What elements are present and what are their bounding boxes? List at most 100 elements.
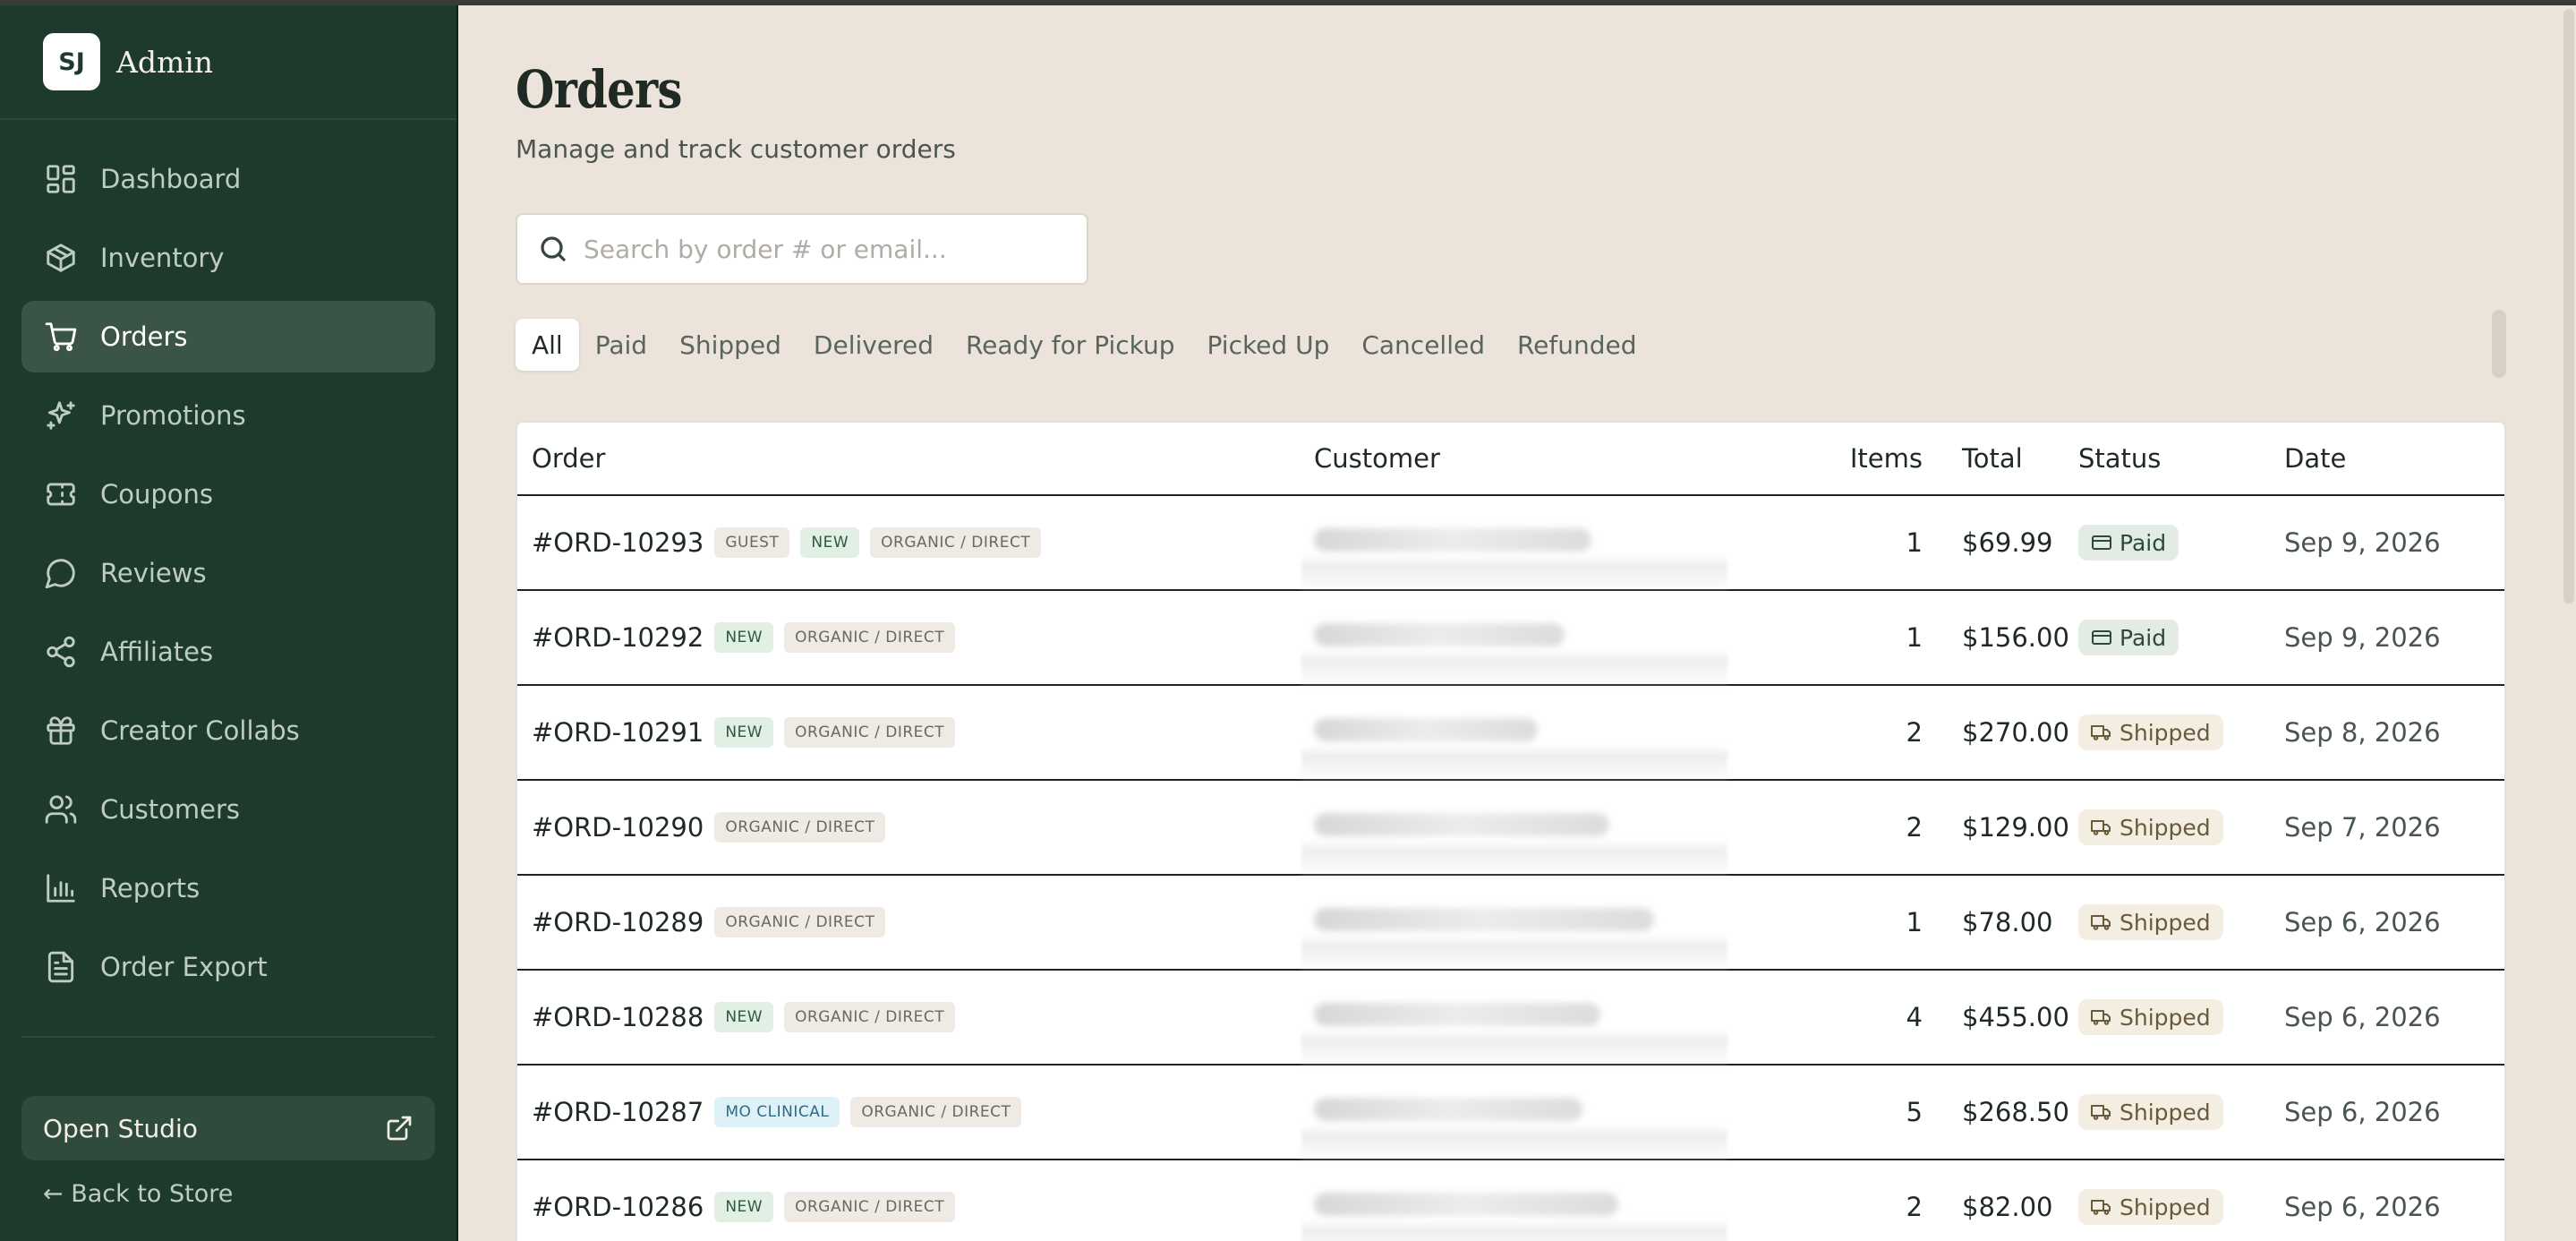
sidebar-item-inventory[interactable]: Inventory: [21, 222, 435, 294]
brand[interactable]: SJ Admin: [43, 32, 213, 91]
tab-cancelled[interactable]: Cancelled: [1345, 319, 1501, 371]
customer-cell: [1305, 622, 1815, 653]
column-header-items[interactable]: Items: [1815, 443, 1923, 474]
divider: [0, 118, 456, 120]
share-icon: [43, 634, 79, 670]
brand-name: Admin: [116, 44, 214, 80]
status-cell: Shipped: [2078, 999, 2284, 1035]
sidebar-item-creator-collabs[interactable]: Creator Collabs: [21, 695, 435, 766]
table-row[interactable]: #ORD-10287 MO CLINICAL ORGANIC / DIRECT 5 $2…: [517, 1066, 2504, 1160]
status-label: Shipped: [2120, 814, 2211, 841]
search-input[interactable]: [584, 234, 1085, 264]
redacted-email: [1314, 1003, 1600, 1026]
tab-picked-up[interactable]: Picked Up: [1191, 319, 1346, 371]
sidebar-item-label: Creator Collabs: [100, 715, 300, 746]
truck-icon: [2091, 1010, 2111, 1025]
tabs-scrollbar[interactable]: [2492, 310, 2506, 378]
truck-icon: [2091, 820, 2111, 835]
order-id[interactable]: #ORD-10291: [532, 717, 704, 748]
ticket-icon: [43, 476, 79, 512]
tab-refunded[interactable]: Refunded: [1501, 319, 1653, 371]
column-header-date[interactable]: Date: [2284, 443, 2504, 474]
order-cell: #ORD-10290 ORGANIC / DIRECT: [517, 812, 1305, 843]
sidebar-item-affiliates[interactable]: Affiliates: [21, 616, 435, 688]
table-body: #ORD-10293 GUEST NEW ORGANIC / DIRECT 1 $69.9…: [517, 496, 2504, 1241]
order-id[interactable]: #ORD-10287: [532, 1097, 704, 1127]
date-cell: Sep 6, 2026: [2284, 1192, 2441, 1222]
tab-paid[interactable]: Paid: [579, 319, 663, 371]
order-cell: #ORD-10286 NEW ORGANIC / DIRECT: [517, 1192, 1305, 1222]
truck-icon: [2091, 1105, 2111, 1120]
status-tabs: All Paid Shipped Delivered Ready for Pic…: [516, 319, 1653, 371]
page-scrollbar-thumb[interactable]: [2563, 9, 2574, 603]
status-badge: Shipped: [2078, 809, 2223, 845]
order-id[interactable]: #ORD-10288: [532, 1002, 704, 1032]
sidebar-item-label: Dashboard: [100, 164, 242, 194]
order-badge: NEW: [800, 527, 860, 558]
divider: [21, 1036, 435, 1038]
table-row[interactable]: #ORD-10288 NEW ORGANIC / DIRECT 4 $455.00 Shi…: [517, 971, 2504, 1066]
page-title: Orders: [516, 59, 682, 120]
order-id[interactable]: #ORD-10286: [532, 1192, 704, 1222]
items-cell: 2: [1906, 812, 1923, 843]
sidebar-item-customers[interactable]: Customers: [21, 774, 435, 845]
sidebar-item-coupons[interactable]: Coupons: [21, 458, 435, 530]
redacted-email: [1314, 813, 1609, 836]
column-header-total[interactable]: Total: [1923, 443, 2078, 474]
order-badge: NEW: [714, 622, 774, 653]
search-box[interactable]: [516, 213, 1088, 285]
cart-icon: [43, 319, 79, 355]
order-cell: #ORD-10291 NEW ORGANIC / DIRECT: [517, 717, 1305, 748]
status-badge: Shipped: [2078, 715, 2223, 750]
table-row[interactable]: #ORD-10289 ORGANIC / DIRECT 1 $78.00 Shipped…: [517, 876, 2504, 971]
order-id[interactable]: #ORD-10293: [532, 527, 704, 558]
order-id[interactable]: #ORD-10292: [532, 622, 704, 653]
open-studio-button[interactable]: Open Studio: [21, 1096, 435, 1160]
back-to-store-link[interactable]: ← Back to Store: [43, 1180, 233, 1208]
column-header-customer[interactable]: Customer: [1305, 443, 1815, 474]
sidebar-item-label: Coupons: [100, 479, 214, 509]
status-cell: Shipped: [2078, 715, 2284, 750]
redacted-email: [1314, 908, 1654, 931]
customer-cell: [1305, 1192, 1815, 1222]
customer-cell: [1305, 907, 1815, 937]
table-row[interactable]: #ORD-10293 GUEST NEW ORGANIC / DIRECT 1 $69.9…: [517, 496, 2504, 591]
brand-logo: SJ: [43, 33, 100, 90]
column-header-order[interactable]: Order: [517, 443, 1305, 474]
order-id[interactable]: #ORD-10289: [532, 907, 704, 937]
sidebar-item-orders[interactable]: Orders: [21, 301, 435, 372]
redacted-email: [1314, 623, 1565, 646]
order-id[interactable]: #ORD-10290: [532, 812, 704, 843]
sidebar-item-dashboard[interactable]: Dashboard: [21, 143, 435, 215]
status-badge: Shipped: [2078, 1189, 2223, 1225]
sidebar-item-order-export[interactable]: Order Export: [21, 931, 435, 1003]
redacted-email: [1314, 1098, 1582, 1121]
items-cell: 1: [1906, 622, 1923, 653]
order-badge: ORGANIC / DIRECT: [850, 1097, 1022, 1127]
sparkles-icon: [43, 398, 79, 433]
sidebar-item-reports[interactable]: Reports: [21, 852, 435, 924]
search-icon: [541, 236, 566, 261]
customer-cell: [1305, 1097, 1815, 1127]
table-row[interactable]: #ORD-10286 NEW ORGANIC / DIRECT 2 $82.00 Ship…: [517, 1160, 2504, 1241]
date-cell: Sep 6, 2026: [2284, 1097, 2441, 1127]
box-icon: [43, 240, 79, 276]
column-header-status[interactable]: Status: [2078, 443, 2284, 474]
tab-delivered[interactable]: Delivered: [798, 319, 950, 371]
order-badge: NEW: [714, 1192, 774, 1222]
sidebar-item-label: Order Export: [100, 952, 268, 982]
sidebar-item-reviews[interactable]: Reviews: [21, 537, 435, 609]
status-cell: Shipped: [2078, 809, 2284, 845]
status-cell: Paid: [2078, 620, 2284, 655]
table-row[interactable]: #ORD-10290 ORGANIC / DIRECT 2 $129.00 Shippe…: [517, 781, 2504, 876]
tab-ready-for-pickup[interactable]: Ready for Pickup: [950, 319, 1191, 371]
tab-shipped[interactable]: Shipped: [663, 319, 798, 371]
sidebar-item-promotions[interactable]: Promotions: [21, 380, 435, 451]
gift-icon: [43, 713, 79, 749]
tab-all[interactable]: All: [516, 319, 579, 371]
page-scrollbar[interactable]: [2560, 0, 2576, 1241]
items-cell: 5: [1906, 1097, 1923, 1127]
table-row[interactable]: #ORD-10291 NEW ORGANIC / DIRECT 2 $270.00 Shi…: [517, 686, 2504, 781]
table-row[interactable]: #ORD-10292 NEW ORGANIC / DIRECT 1 $156.00 Pai…: [517, 591, 2504, 686]
status-label: Shipped: [2120, 909, 2211, 936]
